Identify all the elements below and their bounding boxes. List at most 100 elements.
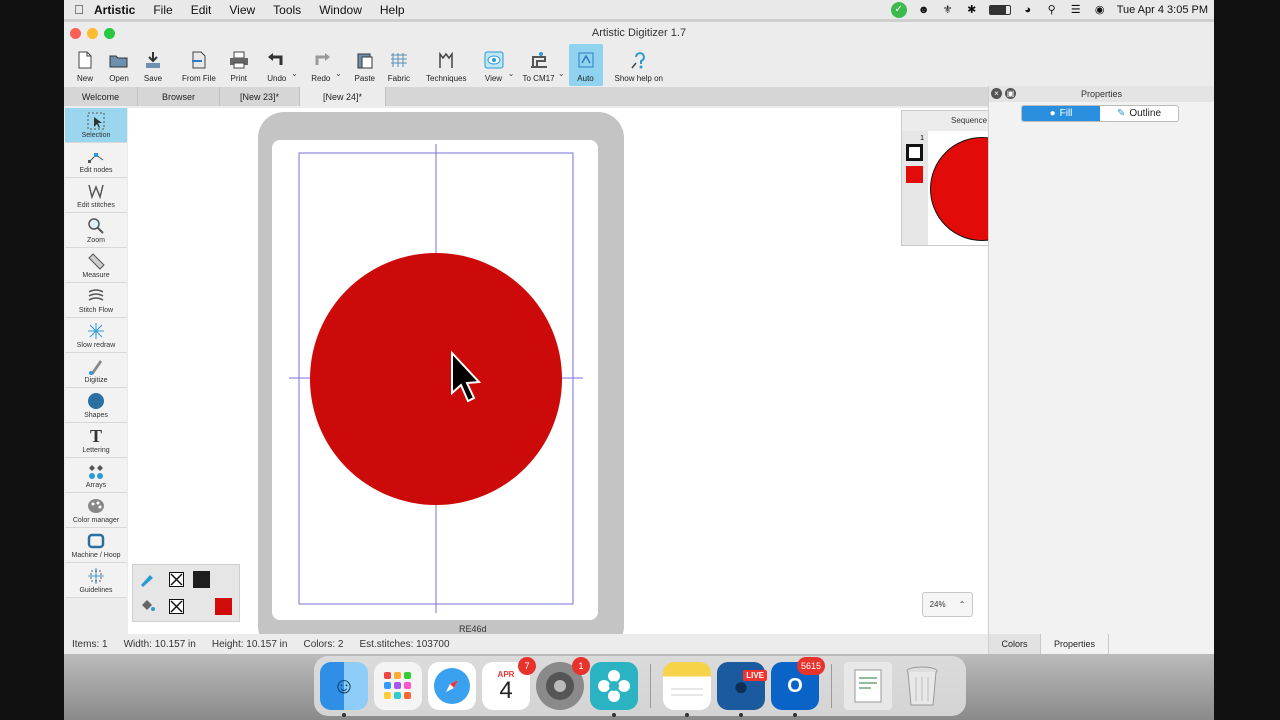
tab-properties[interactable]: Properties — [1041, 634, 1109, 654]
redo-dropdown-chevron-icon[interactable]: ⌄ — [335, 69, 342, 78]
dock-outlook-icon[interactable]: O 5615 — [771, 657, 825, 717]
outline-pen-icon[interactable] — [139, 571, 155, 592]
menu-view[interactable]: View — [229, 3, 255, 17]
dock-separator-2 — [831, 664, 832, 708]
fill-bucket-tab-icon: ● — [1049, 108, 1056, 119]
from-file-label: From File — [182, 74, 216, 83]
tool-edit-nodes[interactable]: Edit nodes — [65, 143, 127, 178]
dock-finder-icon[interactable]: ☺ — [320, 662, 368, 717]
control-center-icon[interactable]: ☰ — [1069, 4, 1083, 16]
tab-colors[interactable]: Colors — [989, 634, 1041, 654]
dock-trash-icon[interactable] — [898, 662, 946, 710]
dock-document-icon[interactable] — [844, 662, 892, 710]
tab-new-23[interactable]: [New 23]* — [220, 87, 300, 106]
dock-artistic-digitizer-icon[interactable] — [590, 662, 638, 717]
tool-selection[interactable]: Selection — [65, 108, 127, 143]
tool-shapes[interactable]: Shapes — [65, 388, 127, 423]
panel-close-icon[interactable]: × — [991, 88, 1002, 99]
hoop-name-label: RE46d — [459, 624, 487, 634]
tool-guidelines[interactable]: Guidelines — [65, 563, 127, 598]
undo-dropdown-chevron-icon[interactable]: ⌄ — [291, 69, 298, 78]
bluetooth-icon[interactable]: ✱ — [965, 4, 979, 16]
design-canvas[interactable]: Sequence 1 24% ⌃ — [128, 108, 1037, 652]
wifi-icon[interactable]: ◕ — [1021, 4, 1035, 16]
outline-swatch[interactable] — [906, 144, 923, 161]
battery-icon[interactable] — [988, 4, 1011, 15]
techniques-button[interactable]: Techniques — [420, 44, 472, 86]
fill-tab[interactable]: ● Fill — [1022, 106, 1100, 121]
minimize-window-button[interactable] — [87, 28, 98, 39]
dock-live-app-icon[interactable]: ● LIVE — [717, 662, 767, 717]
from-file-button[interactable]: From File — [176, 44, 222, 86]
tool-edit-nodes-label: Edit nodes — [79, 167, 113, 174]
dock-safari-icon[interactable] — [428, 662, 476, 710]
dock-system-settings-icon[interactable]: 1 — [536, 657, 590, 710]
undo-button[interactable]: Undo ⌄ — [260, 44, 298, 86]
close-window-button[interactable] — [70, 28, 81, 39]
apple-menu-icon[interactable]:  — [64, 2, 94, 17]
tool-stitch-flow[interactable]: Stitch Flow — [65, 283, 127, 318]
undo-label: Undo — [267, 74, 287, 83]
status-app-icon[interactable]: ✓ — [890, 1, 907, 18]
tool-lettering[interactable]: T Lettering — [65, 423, 127, 458]
new-label: New — [76, 74, 93, 83]
spotlight-search-icon[interactable]: ⚲ — [1045, 4, 1059, 16]
menu-tools[interactable]: Tools — [273, 3, 301, 17]
zoom-control[interactable]: 24% ⌃ — [922, 592, 973, 617]
menu-clock[interactable]: Tue Apr 4 3:05 PM — [1117, 4, 1208, 16]
tool-measure-label: Measure — [82, 272, 110, 279]
menu-app-name[interactable]: Artistic — [94, 3, 135, 17]
outline-none-swatch[interactable] — [169, 572, 184, 587]
tool-edit-stitches[interactable]: Edit stitches — [65, 178, 127, 213]
show-help-button[interactable]: Show help on — [609, 44, 669, 86]
outline-color-swatch[interactable] — [193, 571, 210, 588]
menu-help[interactable]: Help — [380, 3, 405, 17]
arrays-icon — [87, 462, 105, 480]
auto-icon — [575, 50, 597, 70]
new-button[interactable]: New — [68, 44, 102, 86]
outline-tab[interactable]: ✎ Outline — [1100, 106, 1178, 121]
tool-digitize[interactable]: Digitize — [65, 353, 127, 388]
auto-button[interactable]: Auto — [568, 44, 603, 86]
tool-measure[interactable]: Measure — [65, 248, 127, 283]
tool-arrays[interactable]: Arrays — [65, 458, 127, 493]
dock-calendar-icon[interactable]: APR 4 7 — [482, 657, 536, 710]
panel-detach-icon[interactable]: ▣ — [1005, 88, 1016, 99]
tool-machine-hoop[interactable]: Machine / Hoop — [65, 528, 127, 563]
menu-file[interactable]: File — [153, 3, 172, 17]
siri-icon[interactable]: ◉ — [1093, 4, 1107, 16]
accessibility-icon[interactable]: ⚜ — [941, 4, 955, 16]
tab-browser[interactable]: Browser — [138, 87, 220, 106]
menu-window[interactable]: Window — [319, 3, 362, 17]
slow-redraw-icon — [87, 322, 105, 340]
zoom-up-chevron-icon[interactable]: ⌃ — [959, 600, 966, 609]
fabric-button[interactable]: Fabric — [382, 44, 416, 86]
paste-button[interactable]: Paste — [348, 44, 382, 86]
tab-new-24[interactable]: [New 24]* — [300, 87, 386, 106]
to-cm17-dropdown-chevron-icon[interactable]: ⌄ — [558, 69, 565, 78]
print-button[interactable]: Print — [222, 44, 256, 86]
dock-notes-icon[interactable] — [663, 662, 711, 717]
view-button[interactable]: View ⌄ — [477, 44, 515, 86]
redo-button[interactable]: Redo ⌄ — [304, 44, 342, 86]
panel-controls: × ▣ — [991, 88, 1016, 99]
fill-bucket-icon[interactable] — [139, 597, 155, 618]
fill-color-swatch[interactable] — [215, 598, 232, 615]
tool-zoom[interactable]: Zoom — [65, 213, 127, 248]
fill-swatch[interactable] — [906, 166, 923, 183]
zoom-icon — [87, 217, 105, 235]
save-button[interactable]: Save — [136, 44, 170, 86]
status-stitches: Est.stitches: 103700 — [359, 638, 450, 650]
view-icon — [483, 50, 505, 70]
tool-color-manager[interactable]: Color manager — [65, 493, 127, 528]
menu-edit[interactable]: Edit — [191, 3, 212, 17]
to-cm17-button[interactable]: To CM17 ⌄ — [517, 44, 565, 86]
open-button[interactable]: Open — [102, 44, 136, 86]
fill-none-swatch[interactable] — [169, 599, 184, 614]
tool-slow-redraw[interactable]: Slow redraw — [65, 318, 127, 353]
dock-launchpad-icon[interactable] — [374, 662, 422, 710]
view-dropdown-chevron-icon[interactable]: ⌄ — [508, 69, 515, 78]
face-icon[interactable]: ☻ — [917, 4, 931, 16]
tab-welcome[interactable]: Welcome — [64, 87, 138, 106]
zoom-window-button[interactable] — [104, 28, 115, 39]
